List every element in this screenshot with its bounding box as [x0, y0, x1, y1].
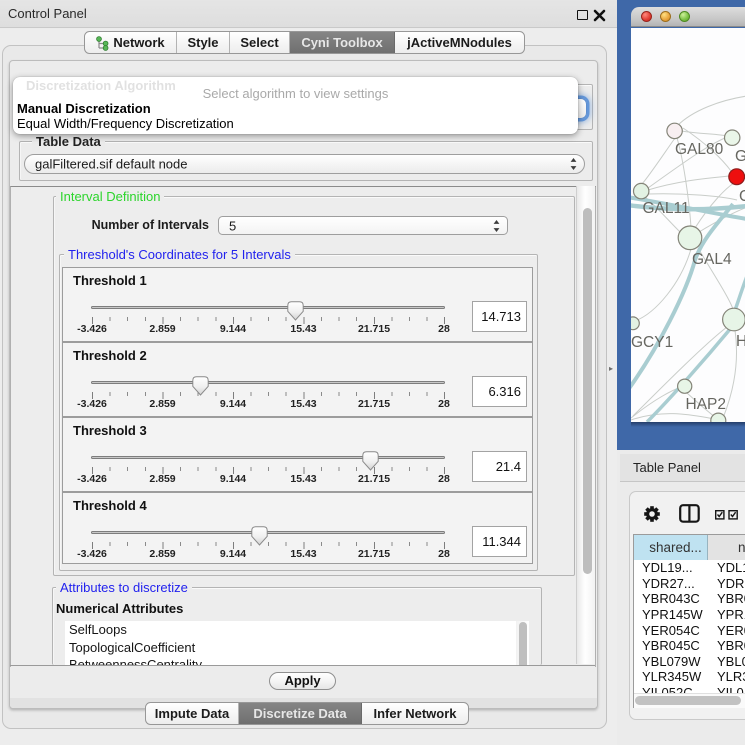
svg-text:GAL80: GAL80 [675, 141, 724, 158]
svg-text:GAL4: GAL4 [692, 251, 732, 268]
svg-text:GAL11: GAL11 [643, 200, 690, 217]
svg-text:GA: GA [735, 148, 745, 165]
svg-text:C: C [739, 188, 745, 205]
svg-text:GCY1: GCY1 [631, 334, 673, 351]
svg-text:H: H [736, 333, 745, 350]
svg-text:HAP2: HAP2 [686, 396, 727, 413]
